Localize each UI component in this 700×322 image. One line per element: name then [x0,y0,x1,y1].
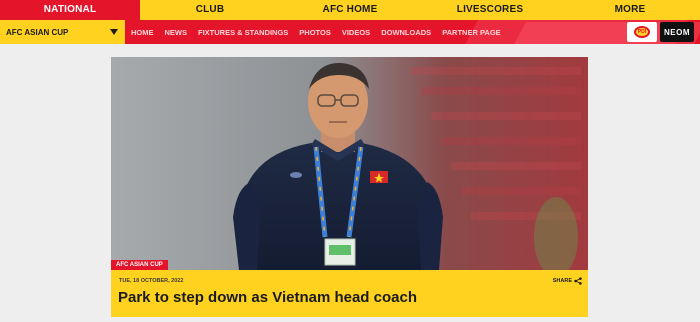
top-nav-item-club[interactable]: CLUB [140,0,280,20]
sponsor-logo-pdi[interactable]: PDI [627,22,657,42]
hero-photo[interactable] [111,57,588,270]
sub-nav-link-photos[interactable]: PHOTOS [299,28,331,37]
sub-nav-link-home[interactable]: HOME [131,28,154,37]
top-nav-item-more[interactable]: MORE [560,0,700,20]
sub-nav-link-videos[interactable]: VIDEOS [342,28,370,37]
share-button[interactable]: SHARE [553,277,582,285]
sub-nav-link-downloads[interactable]: DOWNLOADS [381,28,431,37]
share-icon [574,277,582,285]
sub-nav-link-news[interactable]: NEWS [165,28,188,37]
share-label: SHARE [552,278,572,284]
article-date: TUE, 18 OCTOBER, 2022 [119,278,184,284]
sponsor-logo-neom[interactable]: NEOM [660,22,694,42]
competition-selector-label: AFC ASIAN CUP [6,27,69,37]
sub-nav: AFC ASIAN CUP HOME NEWS FIXTURES & STAND… [0,20,700,44]
article-caption: TUE, 18 OCTOBER, 2022 SHARE Park to step… [111,270,588,317]
top-nav: NATIONAL CLUB AFC HOME LIVESCORES MORE [0,0,700,20]
sub-nav-link-fixtures-standings[interactable]: FIXTURES & STANDINGS [198,28,288,37]
top-nav-item-afc-home[interactable]: AFC HOME [280,0,420,20]
sub-nav-link-partner-page[interactable]: PARTNER PAGE [442,28,500,37]
top-nav-item-national[interactable]: NATIONAL [0,0,140,20]
chevron-down-icon [110,29,118,35]
sub-nav-links: HOME NEWS FIXTURES & STANDINGS PHOTOS VI… [131,20,512,44]
top-nav-item-livescores[interactable]: LIVESCORES [420,0,560,20]
neom-logo: NEOM [664,27,690,37]
pdi-logo: PDI [634,26,650,38]
article-headline[interactable]: Park to step down as Vietnam head coach [118,289,417,306]
competition-selector[interactable]: AFC ASIAN CUP [0,20,125,44]
coach-photo-illustration [111,57,588,270]
article-category-badge[interactable]: AFC ASIAN CUP [111,260,168,270]
